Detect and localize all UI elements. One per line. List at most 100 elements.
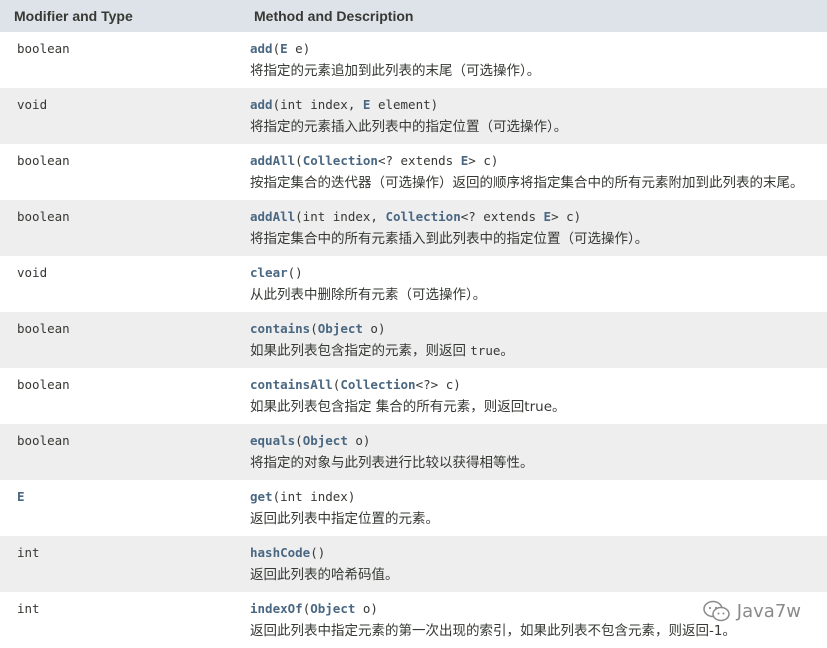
type-link[interactable]: Collection <box>340 377 415 392</box>
method-description: 返回此列表中指定位置的元素。 <box>250 507 827 527</box>
return-type: int <box>17 601 40 616</box>
description-text: 按指定集合的迭代器（可选操作）返回的顺序将指定集合中的所有元素附加到此列表的末尾… <box>250 175 804 191</box>
method-cell: hashCode() 返回此列表的哈希码值。 <box>234 536 827 592</box>
param-text: > c) <box>551 209 582 224</box>
method-signature: addAll(int index, Collection<? extends E… <box>250 209 827 224</box>
method-summary-table: Modifier and Type Method and Description… <box>0 0 827 648</box>
method-name-link[interactable]: clear <box>250 265 288 280</box>
param-text: e) <box>287 41 311 56</box>
param-text: ( <box>310 321 318 336</box>
modifier-cell: boolean <box>0 144 234 200</box>
table-header-row: Modifier and Type Method and Description <box>0 0 827 32</box>
column-header-method: Method and Description <box>234 0 827 32</box>
description-code: true <box>470 343 501 358</box>
method-signature: get(int index) <box>250 489 827 504</box>
watermark-text: Java7w <box>736 600 801 622</box>
type-link[interactable]: Object <box>303 433 348 448</box>
return-type: boolean <box>17 153 70 168</box>
method-name-link[interactable]: add <box>250 97 273 112</box>
table-row: boolean contains(Object o) 如果此列表包含指定的元素，则返… <box>0 312 827 368</box>
method-signature: hashCode() <box>250 545 827 560</box>
method-cell: get(int index) 返回此列表中指定位置的元素。 <box>234 480 827 536</box>
param-text: ( <box>272 41 281 56</box>
param-text: o) <box>362 321 386 336</box>
method-name-link[interactable]: add <box>250 41 273 56</box>
modifier-cell: int <box>0 592 234 648</box>
modifier-cell: int <box>0 536 234 592</box>
method-name-link[interactable]: contains <box>250 321 310 336</box>
return-type: void <box>17 97 48 112</box>
param-text: (int index) <box>272 489 356 504</box>
return-type: boolean <box>17 209 70 224</box>
param-text: o) <box>355 601 378 616</box>
method-signature: add(E e) <box>250 41 827 56</box>
type-link[interactable]: Object <box>318 321 363 336</box>
method-cell: clear() 从此列表中删除所有元素（可选操作）。 <box>234 256 827 312</box>
method-description: 返回此列表中指定元素的第一次出现的索引，如果此列表不包含元素，则返回-1。 <box>250 619 827 639</box>
type-link[interactable]: E <box>280 41 288 56</box>
method-description: 将指定的元素插入此列表中的指定位置（可选操作）。 <box>250 115 827 135</box>
type-link[interactable]: Collection <box>303 153 378 168</box>
method-cell: addAll(int index, Collection<? extends E… <box>234 200 827 256</box>
modifier-cell: void <box>0 256 234 312</box>
table-row: boolean addAll(Collection<? extends E> c)… <box>0 144 827 200</box>
method-cell: equals(Object o) 将指定的对象与此列表进行比较以获得相等性。 <box>234 424 827 480</box>
method-name-link[interactable]: addAll <box>250 209 295 224</box>
method-name-link[interactable]: get <box>250 489 273 504</box>
param-text: > c) <box>468 153 499 168</box>
param-text: <? extends <box>460 209 544 224</box>
description-text: 返回此列表中指定位置的元素。 <box>250 511 439 527</box>
type-link[interactable]: E <box>544 209 552 224</box>
method-name-link[interactable]: containsAll <box>250 377 333 392</box>
description-text: 将指定的元素插入此列表中的指定位置（可选操作）。 <box>250 119 568 135</box>
method-signature: clear() <box>250 265 827 280</box>
description-text: 将指定的对象与此列表进行比较以获得相等性。 <box>250 455 534 471</box>
method-description: 从此列表中删除所有元素（可选操作）。 <box>250 283 827 303</box>
param-text: ( <box>295 153 303 168</box>
modifier-cell: boolean <box>0 312 234 368</box>
table-row: boolean equals(Object o) 将指定的对象与此列表进行比较以获得… <box>0 424 827 480</box>
method-name-link[interactable]: indexOf <box>250 601 303 616</box>
type-link[interactable]: Collection <box>385 209 460 224</box>
table-row: void add(int index, E element) 将指定的元素插入此列表… <box>0 88 827 144</box>
return-type: boolean <box>17 377 70 392</box>
return-type: int <box>17 545 40 560</box>
method-name-link[interactable]: hashCode <box>250 545 310 560</box>
modifier-cell: boolean <box>0 200 234 256</box>
method-cell: add(E e) 将指定的元素追加到此列表的末尾（可选操作）。 <box>234 32 827 88</box>
return-type: void <box>17 265 48 280</box>
table-row: int hashCode() 返回此列表的哈希码值。 <box>0 536 827 592</box>
description-text: 返回此列表的哈希码值。 <box>250 567 399 583</box>
type-link[interactable]: E <box>17 489 25 504</box>
method-cell: add(int index, E element) 将指定的元素插入此列表中的指定… <box>234 88 827 144</box>
modifier-cell: boolean <box>0 368 234 424</box>
method-description: 如果此列表包含指定的元素，则返回 true。 <box>250 339 827 359</box>
wechat-icon <box>703 600 730 622</box>
method-description: 按指定集合的迭代器（可选操作）返回的顺序将指定集合中的所有元素附加到此列表的末尾… <box>250 171 827 191</box>
method-description: 将指定集合中的所有元素插入到此列表中的指定位置（可选操作）。 <box>250 227 827 247</box>
watermark: Java7w <box>703 600 801 622</box>
modifier-cell: E <box>0 480 234 536</box>
method-name-link[interactable]: equals <box>250 433 295 448</box>
param-text: ( <box>295 433 303 448</box>
method-signature: contains(Object o) <box>250 321 827 336</box>
method-description: 返回此列表的哈希码值。 <box>250 563 827 583</box>
method-cell: containsAll(Collection<?> c) 如果此列表包含指定 集合… <box>234 368 827 424</box>
table-row: boolean add(E e) 将指定的元素追加到此列表的末尾（可选操作）。 <box>0 32 827 88</box>
column-header-modifier: Modifier and Type <box>0 0 234 32</box>
return-type: boolean <box>17 41 70 56</box>
description-text: 将指定的元素追加到此列表的末尾（可选操作）。 <box>250 63 541 79</box>
description-text: 如果此列表包含指定 集合的所有元素，则返回true。 <box>250 399 566 415</box>
method-name-link[interactable]: addAll <box>250 153 295 168</box>
type-link[interactable]: Object <box>310 601 355 616</box>
description-text: 将指定集合中的所有元素插入到此列表中的指定位置（可选操作）。 <box>250 231 649 247</box>
table-row: Eget(int index) 返回此列表中指定位置的元素。 <box>0 480 827 536</box>
method-description: 将指定的元素追加到此列表的末尾（可选操作）。 <box>250 59 827 79</box>
method-signature: addAll(Collection<? extends E> c) <box>250 153 827 168</box>
description-text: 如果此列表包含指定的元素，则返回 <box>250 343 471 359</box>
modifier-cell: boolean <box>0 424 234 480</box>
param-text: <?> c) <box>415 377 461 392</box>
param-text: () <box>310 545 326 560</box>
method-cell: addAll(Collection<? extends E> c) 按指定集合的迭… <box>234 144 827 200</box>
param-text: () <box>287 265 303 280</box>
